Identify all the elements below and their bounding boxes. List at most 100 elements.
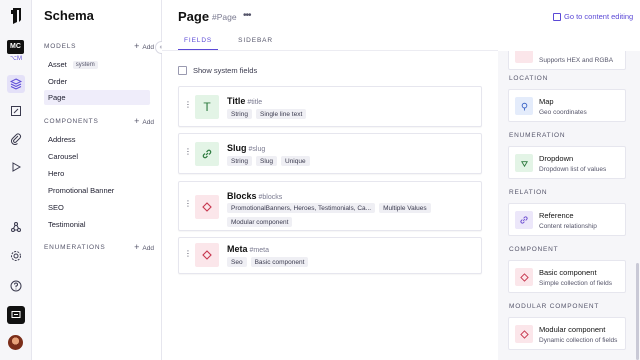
sidebar-item-address[interactable]: Address: [44, 132, 150, 147]
field-type-dropdown[interactable]: Dropdown Dropdown list of values: [508, 146, 626, 179]
schema-sidebar: Schema MODELS + Add Asset system Order Pa…: [32, 0, 162, 360]
field-api-id: #meta: [249, 247, 269, 254]
add-model-button[interactable]: + Add: [134, 41, 154, 51]
sidebar-item-label: Hero: [48, 169, 65, 178]
plus-icon: +: [134, 41, 140, 51]
field-tags: String Single line text: [227, 109, 477, 119]
diamond-icon: [195, 243, 219, 267]
sidebar-item-page[interactable]: Page: [44, 90, 150, 105]
field-type-name: Map: [539, 97, 554, 106]
field-type-map[interactable]: Map Geo coordinates: [508, 89, 626, 122]
models-section-header: MODELS + Add: [44, 40, 154, 52]
content-icon[interactable]: [7, 102, 25, 120]
add-enumeration-button[interactable]: + Add: [134, 242, 154, 252]
model-editor: Page #Page ••• FIELDS SIDEBAR Show syste…: [162, 0, 498, 360]
sidebar-item-asset[interactable]: Asset system: [44, 57, 150, 72]
assets-icon[interactable]: [7, 130, 25, 148]
field-card-slug[interactable]: ⋮⋮ Slug #slug String Slug Unique: [178, 133, 482, 174]
link-icon: [515, 211, 533, 229]
models-label: MODELS: [44, 42, 77, 50]
playground-icon[interactable]: [7, 158, 25, 176]
webhooks-icon[interactable]: [7, 218, 25, 236]
field-type-name: Modular component: [539, 325, 606, 334]
tab-sidebar[interactable]: SIDEBAR: [232, 36, 279, 50]
diamond-icon: [515, 268, 533, 286]
icon-rail: MC ⌥M: [0, 0, 32, 360]
field-name: Meta #meta: [227, 244, 269, 254]
field-type-reference[interactable]: Reference Content relationship: [508, 203, 626, 236]
field-name: Slug #slug: [227, 143, 266, 153]
section-label: RELATION: [509, 189, 548, 196]
field-type-description: Content relationship: [539, 223, 597, 230]
settings-icon[interactable]: [7, 247, 25, 265]
field-tag: Unique: [281, 156, 310, 166]
chat-icon[interactable]: [7, 306, 25, 324]
add-component-button[interactable]: + Add: [134, 116, 154, 126]
field-type-modular-component[interactable]: Modular component Dynamic collection of …: [508, 317, 626, 350]
enumerations-label: ENUMERATIONS: [44, 243, 106, 251]
section-label: LOCATION: [509, 75, 549, 82]
checkbox[interactable]: [178, 66, 187, 75]
field-tag: String: [227, 156, 252, 166]
sidebar-item-testimonial[interactable]: Testimonial: [44, 217, 150, 232]
field-card-meta[interactable]: ⋮⋮ Meta #meta Seo Basic component: [178, 237, 482, 274]
field-type-basic-component[interactable]: Basic component Simple collection of fie…: [508, 260, 626, 293]
drag-handle-icon[interactable]: ⋮⋮: [184, 200, 200, 208]
section-label: ENUMERATION: [509, 132, 566, 139]
field-tags: Seo Basic component: [227, 257, 477, 267]
editor-tabs: FIELDS SIDEBAR: [178, 36, 279, 50]
tab-fields[interactable]: FIELDS: [178, 36, 219, 50]
environment-label: ⌥M: [10, 56, 22, 62]
sidebar-item-label: SEO: [48, 203, 64, 212]
field-tag: Single line text: [255, 109, 307, 119]
sidebar-item-order[interactable]: Order: [44, 74, 150, 89]
link-icon: [195, 142, 219, 166]
go-to-content-link[interactable]: Go to content editing: [553, 12, 633, 21]
field-types-panel: Supports HEX and RGBA LOCATION Map Geo c…: [498, 51, 640, 360]
field-type-name: Dropdown: [539, 154, 574, 163]
panel-scrollbar[interactable]: [636, 263, 639, 360]
field-name: Blocks #blocks: [227, 191, 283, 201]
field-card-blocks[interactable]: ⋮⋮ Blocks #blocks PromotionalBanners, Her…: [178, 181, 482, 231]
sidebar-item-label: Page: [48, 93, 66, 102]
field-tag: PromotionalBanners, Heroes, Testimonials…: [227, 203, 376, 213]
field-api-id: #slug: [248, 146, 266, 153]
sidebar-item-hero[interactable]: Hero: [44, 166, 150, 181]
field-tags: String Slug Unique: [227, 156, 477, 166]
plus-icon: +: [134, 242, 140, 252]
drag-handle-icon[interactable]: ⋮⋮: [184, 101, 200, 109]
sidebar-item-seo[interactable]: SEO: [44, 200, 150, 215]
user-avatar[interactable]: [8, 335, 23, 350]
sidebar-item-carousel[interactable]: Carousel: [44, 149, 150, 164]
logo-icon[interactable]: [10, 7, 22, 25]
project-avatar[interactable]: MC: [7, 40, 24, 54]
section-label: COMPONENT: [509, 246, 559, 253]
drag-handle-icon[interactable]: ⋮⋮: [184, 148, 200, 156]
field-api-id: #blocks: [258, 194, 283, 201]
sidebar-title: Schema: [44, 8, 94, 23]
sidebar-item-label: Carousel: [48, 152, 79, 161]
field-type-description: Supports HEX and RGBA: [539, 57, 614, 64]
more-options-button[interactable]: •••: [243, 10, 251, 21]
show-system-fields-toggle[interactable]: Show system fields: [178, 66, 257, 75]
diamond-icon: [515, 325, 533, 343]
help-icon[interactable]: [7, 277, 25, 295]
text-field-icon: T: [195, 95, 219, 119]
field-card-title[interactable]: ⋮⋮ T Title #title String Single line text: [178, 86, 482, 127]
field-type-description: Dynamic collection of fields: [539, 337, 618, 344]
field-tag: String: [227, 109, 252, 119]
field-type-name: Reference: [539, 211, 574, 220]
drag-handle-icon[interactable]: ⋮⋮: [184, 250, 200, 258]
field-tag: Basic component: [250, 257, 309, 267]
sidebar-item-promotional-banner[interactable]: Promotional Banner: [44, 183, 150, 198]
page-title: Page: [178, 9, 210, 24]
field-type-color[interactable]: Supports HEX and RGBA: [508, 51, 626, 70]
field-tag: Slug: [255, 156, 277, 166]
system-badge: system: [72, 60, 98, 69]
tabs-divider: [162, 50, 498, 51]
schema-icon[interactable]: [7, 75, 25, 93]
sidebar-item-label: Asset: [48, 60, 67, 69]
sidebar-item-label: Promotional Banner: [48, 186, 115, 195]
color-icon: [515, 51, 533, 63]
components-section-header: COMPONENTS + Add: [44, 115, 154, 127]
